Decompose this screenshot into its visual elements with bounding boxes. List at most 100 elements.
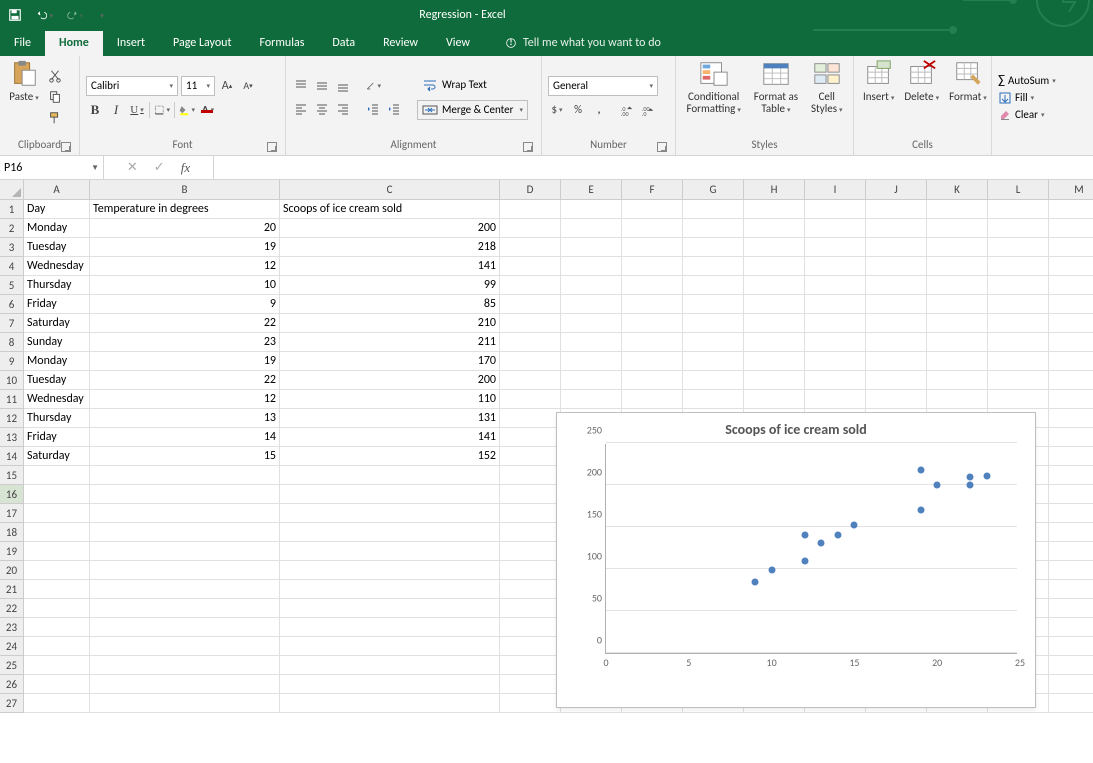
cell[interactable]: [927, 200, 988, 219]
cell[interactable]: Day: [24, 200, 90, 219]
col-header-K[interactable]: K: [927, 180, 988, 200]
cell[interactable]: [500, 561, 561, 580]
cut-icon[interactable]: [46, 67, 64, 85]
cell[interactable]: [24, 466, 90, 485]
cell[interactable]: 211: [280, 333, 500, 352]
cell[interactable]: [744, 352, 805, 371]
increase-decimal-icon[interactable]: .0.00: [618, 101, 636, 119]
row-header-8[interactable]: 8: [0, 333, 24, 352]
cell[interactable]: [500, 257, 561, 276]
cell[interactable]: 218: [280, 238, 500, 257]
format-cells-button[interactable]: Format: [946, 58, 990, 105]
cell[interactable]: [1049, 580, 1093, 599]
cell[interactable]: [500, 390, 561, 409]
row-header-15[interactable]: 15: [0, 466, 24, 485]
enter-formula-icon[interactable]: ✓: [154, 160, 165, 175]
cell[interactable]: [500, 352, 561, 371]
cell[interactable]: [988, 276, 1049, 295]
cell[interactable]: [683, 390, 744, 409]
cell[interactable]: Scoops of ice cream sold: [280, 200, 500, 219]
row-header-27[interactable]: 27: [0, 694, 24, 713]
cell[interactable]: [500, 295, 561, 314]
decrease-font-icon[interactable]: A▾: [239, 77, 257, 95]
alignment-dialog-launcher[interactable]: [523, 142, 533, 152]
cell[interactable]: [622, 200, 683, 219]
cell[interactable]: 19: [90, 238, 280, 257]
cell[interactable]: [280, 694, 500, 713]
cell[interactable]: [500, 371, 561, 390]
tab-formulas[interactable]: Formulas: [245, 31, 318, 56]
cell[interactable]: [622, 257, 683, 276]
cell[interactable]: [866, 276, 927, 295]
autosum-button[interactable]: ∑AutoSum▾: [998, 73, 1056, 88]
cell[interactable]: [1049, 295, 1093, 314]
cell[interactable]: [561, 314, 622, 333]
chart-point[interactable]: [967, 482, 974, 489]
cell[interactable]: [744, 295, 805, 314]
cell[interactable]: [500, 618, 561, 637]
cell[interactable]: [1049, 485, 1093, 504]
cell[interactable]: [622, 352, 683, 371]
cell[interactable]: [1049, 352, 1093, 371]
cell[interactable]: 23: [90, 333, 280, 352]
cell[interactable]: [683, 257, 744, 276]
cell[interactable]: Friday: [24, 428, 90, 447]
chart-point[interactable]: [768, 566, 775, 573]
cell[interactable]: [683, 352, 744, 371]
cell[interactable]: Monday: [24, 352, 90, 371]
merge-center-button[interactable]: Merge & Center: [417, 100, 528, 120]
cell[interactable]: [500, 466, 561, 485]
cell[interactable]: [280, 618, 500, 637]
cell[interactable]: [744, 333, 805, 352]
chart-point[interactable]: [983, 472, 990, 479]
cell[interactable]: [1049, 428, 1093, 447]
cell[interactable]: [90, 599, 280, 618]
cell[interactable]: [280, 580, 500, 599]
cell[interactable]: [90, 637, 280, 656]
cell[interactable]: [1049, 447, 1093, 466]
cell[interactable]: [280, 675, 500, 694]
name-box[interactable]: P16▼: [0, 156, 104, 179]
delete-cells-button[interactable]: Delete: [901, 58, 942, 105]
align-bottom-icon[interactable]: [334, 77, 352, 95]
row-header-14[interactable]: 14: [0, 447, 24, 466]
insert-cells-button[interactable]: Insert: [860, 58, 897, 105]
cell[interactable]: 200: [280, 371, 500, 390]
row-header-12[interactable]: 12: [0, 409, 24, 428]
decrease-indent-icon[interactable]: [364, 100, 382, 118]
font-size-combo[interactable]: 11▾: [181, 76, 215, 96]
cell[interactable]: [500, 694, 561, 713]
col-header-A[interactable]: A: [24, 180, 90, 200]
cell[interactable]: [500, 238, 561, 257]
cell[interactable]: [90, 675, 280, 694]
cell[interactable]: [683, 295, 744, 314]
row-header-5[interactable]: 5: [0, 276, 24, 295]
chart-point[interactable]: [917, 507, 924, 514]
cell[interactable]: Thursday: [24, 276, 90, 295]
chart-point[interactable]: [917, 466, 924, 473]
cell[interactable]: Friday: [24, 295, 90, 314]
row-header-4[interactable]: 4: [0, 257, 24, 276]
cell[interactable]: [24, 637, 90, 656]
tab-data[interactable]: Data: [318, 31, 369, 56]
row-header-16[interactable]: 16: [0, 485, 24, 504]
number-dialog-launcher[interactable]: [657, 142, 667, 152]
cell[interactable]: [927, 238, 988, 257]
col-header-L[interactable]: L: [988, 180, 1049, 200]
cell[interactable]: [90, 561, 280, 580]
cell[interactable]: [866, 200, 927, 219]
cell[interactable]: [988, 390, 1049, 409]
tab-review[interactable]: Review: [369, 31, 432, 56]
cell[interactable]: [866, 238, 927, 257]
cell[interactable]: [622, 390, 683, 409]
cell[interactable]: [90, 523, 280, 542]
cell[interactable]: [927, 219, 988, 238]
cell[interactable]: [500, 542, 561, 561]
col-header-D[interactable]: D: [500, 180, 561, 200]
cell[interactable]: [805, 314, 866, 333]
cell[interactable]: [24, 485, 90, 504]
cell[interactable]: [805, 257, 866, 276]
cell[interactable]: [500, 200, 561, 219]
format-painter-icon[interactable]: [46, 109, 64, 127]
italic-button[interactable]: I: [107, 101, 125, 119]
